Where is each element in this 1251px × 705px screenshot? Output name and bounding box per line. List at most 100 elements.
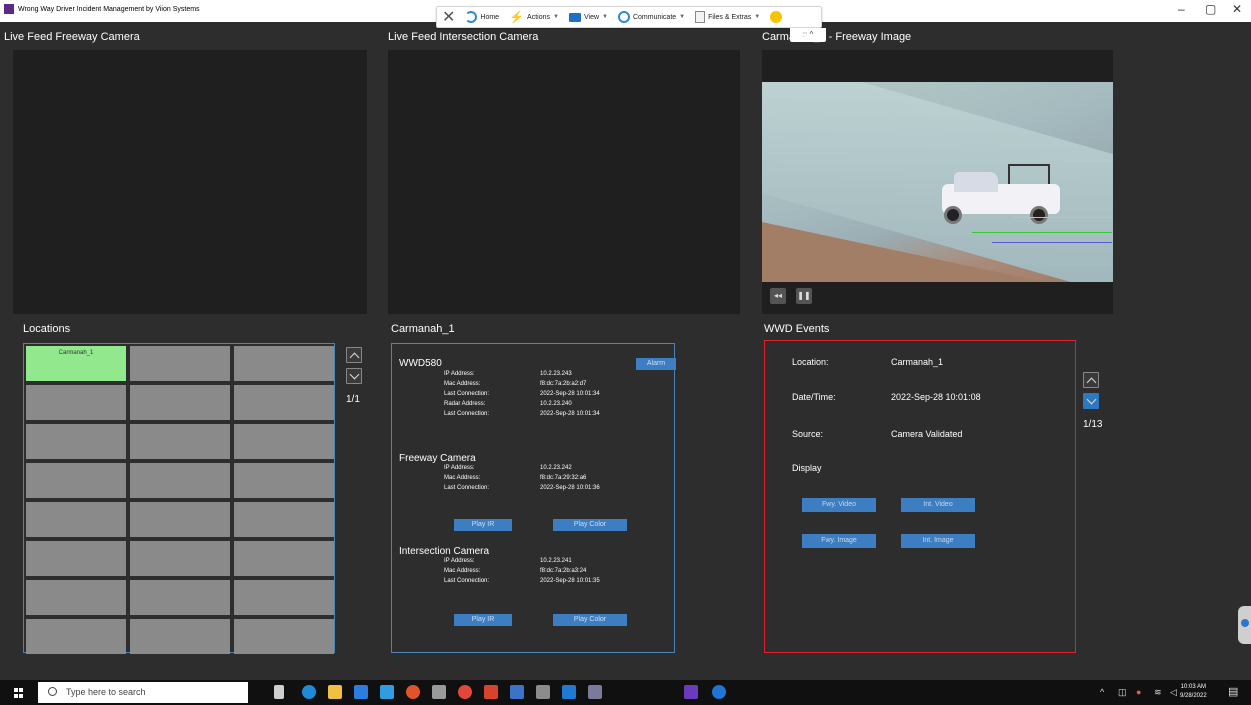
wifi-icon[interactable]: ≋ bbox=[1154, 687, 1162, 698]
app-icon-generic[interactable] bbox=[432, 685, 446, 699]
windows-taskbar: Type here to search ^ ◫ ● ≋ ◁ 10:03 AM 9… bbox=[0, 680, 1251, 705]
teamviewer-icon[interactable] bbox=[712, 685, 726, 699]
toolbar-files[interactable]: Files & Extras ▼ bbox=[690, 11, 765, 23]
location-tile[interactable] bbox=[26, 424, 126, 459]
location-tile[interactable] bbox=[234, 580, 334, 615]
taskbar-search-input[interactable]: Type here to search bbox=[38, 682, 248, 703]
device-title: Carmanah_1 bbox=[391, 323, 455, 335]
device-field-label: Mac Address: bbox=[444, 475, 481, 481]
location-tile[interactable] bbox=[26, 385, 126, 420]
toolbar-view[interactable]: View ▼ bbox=[564, 12, 613, 22]
toolbar-home-label: Home bbox=[480, 13, 500, 21]
locations-page-count: 1/1 bbox=[346, 394, 360, 405]
location-tile[interactable] bbox=[26, 580, 126, 615]
locations-page-down-button[interactable] bbox=[346, 368, 362, 384]
tray-app-icon[interactable]: ◫ bbox=[1118, 687, 1127, 698]
device-field-label: Last Connection: bbox=[444, 391, 490, 397]
device-field-label: Mac Address: bbox=[444, 568, 481, 574]
minimize-button[interactable]: – bbox=[1178, 2, 1185, 16]
wwd-app-taskbar-icon[interactable] bbox=[684, 685, 698, 699]
freeway-image bbox=[762, 82, 1113, 282]
app-icon-blue[interactable] bbox=[510, 685, 524, 699]
app-icon-red[interactable] bbox=[458, 685, 472, 699]
events-page-up-button[interactable] bbox=[1083, 372, 1099, 388]
taskbar-clock[interactable]: 10:03 AM 9/28/2022 bbox=[1180, 683, 1207, 701]
location-tile[interactable] bbox=[234, 424, 334, 459]
location-tile[interactable] bbox=[234, 346, 334, 381]
intersection-play-ir-button[interactable]: Play IR bbox=[454, 614, 512, 626]
location-tile[interactable] bbox=[234, 502, 334, 537]
app-icon-paint[interactable] bbox=[484, 685, 498, 699]
tray-chevron-up-icon[interactable]: ^ bbox=[1100, 687, 1104, 697]
start-button[interactable] bbox=[14, 688, 24, 698]
location-tile[interactable] bbox=[26, 541, 126, 576]
location-tile[interactable] bbox=[234, 541, 334, 576]
toolbar-feedback[interactable] bbox=[765, 11, 787, 23]
fwy-image-button[interactable]: Fwy. Image bbox=[802, 534, 876, 548]
location-tile[interactable] bbox=[130, 463, 230, 498]
device-field-label: Last Connection: bbox=[444, 411, 490, 417]
device-field-label: Mac Address: bbox=[444, 381, 481, 387]
location-tile[interactable] bbox=[234, 463, 334, 498]
app-icon-tool[interactable] bbox=[536, 685, 550, 699]
intersection-feed-title: Live Feed Intersection Camera bbox=[388, 31, 539, 43]
device-field-value: 10.2.23.240 bbox=[540, 401, 572, 407]
freeway-image-panel: ◂◂ ❚❚ bbox=[762, 50, 1113, 314]
location-tile[interactable] bbox=[26, 502, 126, 537]
monitor-icon bbox=[568, 12, 581, 22]
file-explorer-icon[interactable] bbox=[328, 685, 342, 699]
task-view-icon[interactable] bbox=[274, 685, 284, 699]
volume-icon[interactable]: ◁ bbox=[1170, 687, 1177, 698]
maximize-button[interactable]: ▢ bbox=[1205, 2, 1216, 16]
store-icon[interactable] bbox=[354, 685, 368, 699]
event-source-label: Source: bbox=[792, 429, 824, 439]
location-tile[interactable] bbox=[130, 346, 230, 381]
remote-session-side-tab[interactable] bbox=[1238, 606, 1251, 644]
device-field-label: IP Address: bbox=[444, 465, 475, 471]
location-tile[interactable] bbox=[130, 385, 230, 420]
mail-icon[interactable] bbox=[380, 685, 394, 699]
toolbar-close-icon[interactable]: ✕ bbox=[437, 7, 460, 27]
device-field-value: 2022-Sep-28 10:01:36 bbox=[540, 485, 600, 491]
intersection-play-color-button[interactable]: Play Color bbox=[553, 614, 627, 626]
int-video-button[interactable]: Int. Video bbox=[901, 498, 975, 512]
location-tile[interactable] bbox=[130, 502, 230, 537]
location-tile[interactable] bbox=[130, 580, 230, 615]
locations-grid: Carmanah_1 bbox=[26, 346, 334, 654]
location-tile[interactable] bbox=[234, 385, 334, 420]
chrome-icon[interactable] bbox=[406, 685, 420, 699]
location-tile[interactable] bbox=[234, 619, 334, 654]
location-tile[interactable] bbox=[130, 424, 230, 459]
locations-page-up-button[interactable] bbox=[346, 347, 362, 363]
fwy-video-button[interactable]: Fwy. Video bbox=[802, 498, 876, 512]
pause-button[interactable]: ❚❚ bbox=[796, 288, 812, 304]
edge-icon[interactable] bbox=[302, 685, 316, 699]
int-image-button[interactable]: Int. Image bbox=[901, 534, 975, 548]
app-icon-gray[interactable] bbox=[588, 685, 602, 699]
chevron-down-icon: ▼ bbox=[754, 14, 761, 20]
device-field-value: f8:dc:7a:29:32:a6 bbox=[540, 475, 587, 481]
location-tile[interactable] bbox=[130, 619, 230, 654]
app-icon-chart[interactable] bbox=[562, 685, 576, 699]
toolbar-communicate-label: Communicate bbox=[632, 13, 677, 21]
location-tile[interactable] bbox=[26, 619, 126, 654]
search-icon bbox=[48, 687, 57, 696]
location-tile[interactable] bbox=[26, 463, 126, 498]
lightning-icon: ⚡ bbox=[509, 10, 525, 24]
alarm-button[interactable]: Alarm bbox=[636, 358, 676, 370]
close-button[interactable]: ✕ bbox=[1232, 2, 1242, 16]
location-tile[interactable] bbox=[130, 541, 230, 576]
rewind-button[interactable]: ◂◂ bbox=[770, 288, 786, 304]
device-field-label: IP Address: bbox=[444, 558, 475, 564]
freeway-play-ir-button[interactable]: Play IR bbox=[454, 519, 512, 531]
notifications-icon[interactable]: ▤ bbox=[1228, 685, 1238, 698]
intersection-feed-viewport bbox=[388, 50, 740, 314]
freeway-play-color-button[interactable]: Play Color bbox=[553, 519, 627, 531]
toolbar-actions[interactable]: ⚡ Actions ▼ bbox=[504, 10, 564, 24]
tray-security-icon[interactable]: ● bbox=[1136, 687, 1141, 697]
toolbar-files-label: Files & Extras bbox=[708, 13, 752, 21]
toolbar-home[interactable]: Home bbox=[460, 11, 504, 23]
location-tile[interactable]: Carmanah_1 bbox=[26, 346, 126, 381]
toolbar-communicate[interactable]: Communicate ▼ bbox=[613, 11, 690, 23]
events-page-down-button[interactable] bbox=[1083, 393, 1099, 409]
